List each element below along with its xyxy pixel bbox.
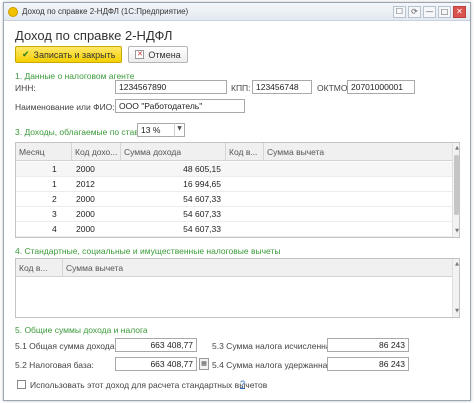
col-deduction-code[interactable]: Код в...	[226, 143, 264, 161]
title-bar: Доход по справке 2-НДФЛ (1С:Предприятие)…	[4, 3, 470, 21]
deductions-scrollbar[interactable]: ▲ ▼	[452, 259, 459, 317]
deductions-table[interactable]: Код в... Сумма вычета ▲ ▼	[15, 258, 460, 318]
col-deduction-code[interactable]: Код в...	[16, 259, 63, 277]
table-row[interactable]: 3 2000 54 607,33	[16, 207, 453, 222]
tax-calculated-field[interactable]: 86 243	[327, 338, 409, 352]
save-and-close-button[interactable]: ✔ Записать и закрыть	[15, 46, 123, 63]
col-income-amount[interactable]: Сумма дохода	[121, 143, 226, 161]
name-label: Наименование или ФИО:	[15, 102, 115, 112]
dialog-window: Доход по справке 2-НДФЛ (1С:Предприятие)…	[3, 2, 471, 401]
help-link[interactable]: ?	[240, 379, 245, 389]
calculator-icon[interactable]: ▦	[199, 358, 209, 370]
cancel-button[interactable]: ✕ Отмена	[128, 46, 188, 63]
cell-code: 2012	[76, 179, 95, 189]
tax-calculated-label: 5.3 Сумма налога исчисленная:	[212, 341, 338, 351]
table-row[interactable]: 2 2000 54 607,33	[16, 192, 453, 207]
total-income-label: 5.1 Общая сумма дохода:	[15, 341, 117, 351]
tax-rate-value: 13 %	[141, 125, 161, 135]
scroll-down-icon[interactable]: ▼	[454, 228, 459, 234]
kpp-label: КПП:	[231, 83, 251, 93]
inn-label: ИНН:	[15, 83, 36, 93]
income-table[interactable]: Месяц Код дохо... Сумма дохода Код в... …	[15, 142, 460, 238]
close-button[interactable]: ✕	[453, 6, 466, 18]
cell-month: 3	[52, 209, 57, 219]
cell-amount: 16 994,65	[183, 179, 221, 189]
save-and-close-label: Записать и закрыть	[33, 49, 116, 60]
cell-amount: 54 607,33	[183, 209, 221, 219]
cell-month: 4	[52, 224, 57, 234]
checkmark-icon: ✔	[22, 49, 30, 60]
minimize-button[interactable]: —	[423, 6, 436, 18]
income-scrollbar[interactable]: ▲ ▼	[452, 143, 459, 237]
cell-month: 1	[52, 164, 57, 174]
window-menu-button[interactable]: ☐	[393, 6, 406, 18]
maximize-button[interactable]: □	[438, 6, 451, 18]
app-logo-icon	[8, 7, 18, 17]
agent-name-field[interactable]: ООО "Работодатель"	[115, 99, 245, 113]
col-deduction-amount[interactable]: Сумма вычета	[264, 143, 453, 161]
section-deductions-title: 4. Стандартные, социальные и имущественн…	[15, 246, 281, 256]
inn-field[interactable]: 1234567890	[115, 80, 227, 94]
form-title: Доход по справке 2-НДФЛ	[15, 28, 173, 43]
cell-code: 2000	[76, 209, 95, 219]
total-income-field[interactable]: 663 408,77	[115, 338, 197, 352]
col-income-code[interactable]: Код дохо...	[72, 143, 121, 161]
cell-amount: 54 607,33	[183, 224, 221, 234]
tax-withheld-label: 5.4 Сумма налога удержанная:	[212, 360, 335, 370]
cancel-label: Отмена	[148, 49, 181, 60]
tax-base-field[interactable]: 663 408,77	[115, 357, 197, 371]
cell-month: 1	[52, 179, 57, 189]
window-title: Доход по справке 2-НДФЛ (1С:Предприятие)	[22, 7, 189, 16]
cell-code: 2000	[76, 164, 95, 174]
table-row[interactable]: 4 2000 54 607,33	[16, 222, 453, 237]
scroll-down-icon[interactable]: ▼	[454, 308, 459, 314]
scroll-up-icon[interactable]: ▲	[454, 145, 459, 151]
col-deduction-amount[interactable]: Сумма вычета	[63, 259, 453, 277]
form-toolbar: ✔ Записать и закрыть ✕ Отмена	[15, 46, 188, 63]
table-row[interactable]: 1 2000 48 605,15	[16, 162, 453, 177]
cell-month: 2	[52, 194, 57, 204]
table-row[interactable]: 1 2012 16 994,65	[16, 177, 453, 192]
use-for-standard-deductions-label: Использовать этот доход для расчета стан…	[30, 380, 268, 390]
window-refresh-button[interactable]: ⟳	[408, 6, 421, 18]
oktmo-field[interactable]: 20701000001	[347, 80, 415, 94]
scroll-up-icon[interactable]: ▲	[454, 261, 459, 267]
cell-amount: 54 607,33	[183, 194, 221, 204]
kpp-field[interactable]: 123456748	[252, 80, 312, 94]
cell-code: 2000	[76, 224, 95, 234]
tax-base-label: 5.2 Налоговая база:	[15, 360, 94, 370]
cell-code: 2000	[76, 194, 95, 204]
cell-amount: 48 605,15	[183, 164, 221, 174]
section-totals-title: 5. Общие суммы дохода и налога	[15, 325, 148, 335]
cancel-icon: ✕	[135, 50, 145, 59]
tax-withheld-field[interactable]: 86 243	[327, 357, 409, 371]
col-month[interactable]: Месяц	[16, 143, 72, 161]
scroll-thumb[interactable]	[454, 155, 459, 215]
section-income-title: 3. Доходы, облагаемые по ставке:	[15, 127, 150, 137]
use-for-standard-deductions-checkbox[interactable]	[17, 380, 26, 389]
oktmo-label: ОКТМО:	[317, 83, 350, 93]
chevron-down-icon[interactable]: ▼	[174, 123, 184, 137]
